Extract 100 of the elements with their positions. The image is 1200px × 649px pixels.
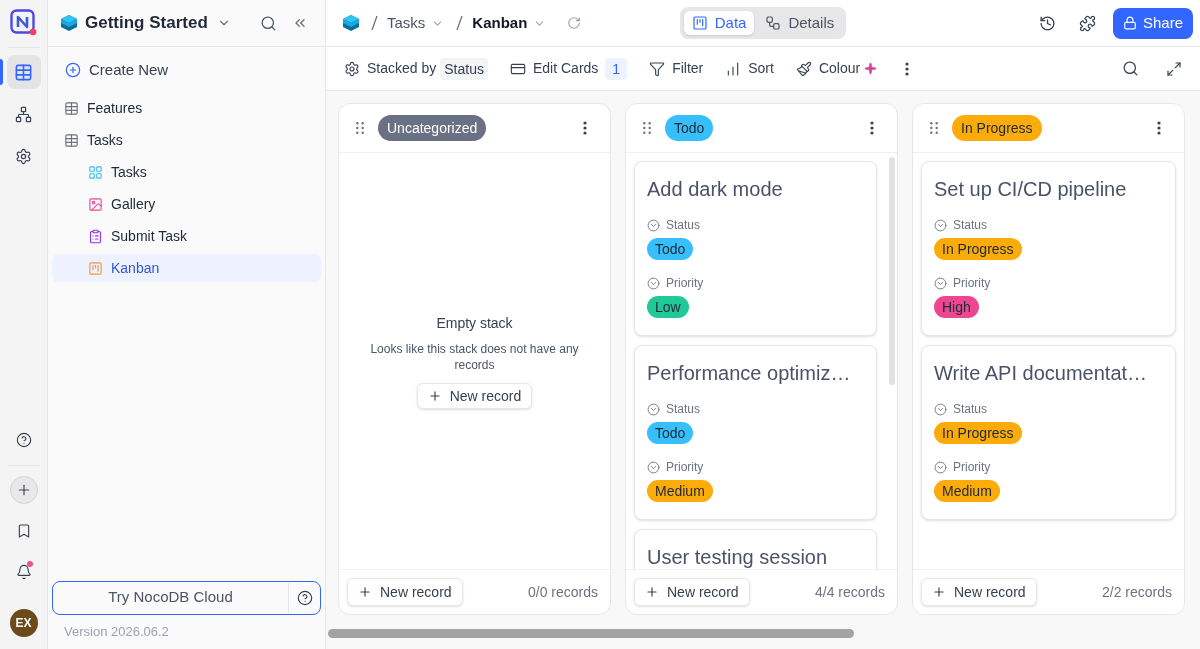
field-label: Priority bbox=[953, 459, 991, 476]
stacked-by-button[interactable]: Stacked by Status bbox=[344, 57, 488, 80]
history-icon bbox=[1039, 14, 1057, 32]
field-type-icon bbox=[647, 402, 660, 416]
slash-icon bbox=[371, 15, 378, 31]
drag-handle-icon[interactable] bbox=[643, 122, 651, 134]
help-icon bbox=[15, 432, 32, 448]
record-count: 4/4 records bbox=[814, 582, 885, 602]
record-card[interactable]: Add dark mode Status Todo Priority Low bbox=[634, 161, 877, 336]
option-tag: Medium bbox=[934, 480, 1000, 502]
grid-icon bbox=[88, 164, 103, 180]
filter-icon bbox=[649, 60, 666, 77]
new-record-button[interactable]: New record bbox=[416, 383, 533, 409]
table-icon bbox=[64, 132, 79, 148]
field-type-icon bbox=[934, 276, 947, 290]
field-type-icon bbox=[934, 402, 947, 416]
field-type-icon bbox=[647, 218, 660, 232]
record-card[interactable]: Set up CI/CD pipeline Status In Progress Priority High bbox=[921, 161, 1176, 336]
option-tag: High bbox=[934, 296, 979, 318]
lock-icon bbox=[1122, 16, 1137, 30]
sparkle-icon bbox=[864, 62, 878, 75]
view-tab[interactable]: Data bbox=[683, 11, 755, 35]
sort-button[interactable]: Sort bbox=[725, 58, 774, 79]
field-label: Priority bbox=[666, 459, 704, 476]
new-record-button[interactable]: New record bbox=[921, 578, 1037, 606]
kebab-icon bbox=[905, 61, 910, 76]
field-label: Priority bbox=[953, 275, 991, 292]
sidebar-item[interactable]: Submit Task bbox=[52, 222, 321, 250]
settings-icon bbox=[15, 147, 32, 165]
record-card[interactable]: Write API documentat… Status In Progress Priority Medium bbox=[921, 345, 1176, 520]
help-icon bbox=[296, 589, 313, 606]
horizontal-scrollbar[interactable] bbox=[328, 629, 854, 638]
add-button[interactable] bbox=[9, 476, 38, 504]
plus-icon bbox=[427, 389, 442, 403]
plus-icon bbox=[358, 585, 372, 599]
field-chip: Status bbox=[440, 57, 488, 80]
empty-description: Looks like this stack does not have any records bbox=[369, 341, 580, 373]
sidebar-item[interactable]: Features bbox=[52, 94, 321, 122]
new-record-button[interactable]: New record bbox=[634, 578, 750, 606]
card-title: Performance optimiz… bbox=[647, 361, 852, 386]
field-label: Status bbox=[953, 217, 988, 234]
card-title: Add dark mode bbox=[647, 177, 784, 202]
field-label: Status bbox=[666, 217, 701, 234]
option-tag: In Progress bbox=[934, 238, 1022, 260]
avatar[interactable]: EX bbox=[9, 609, 38, 637]
table-icon bbox=[64, 100, 79, 116]
record-count: 0/0 records bbox=[527, 582, 598, 602]
count-badge: 1 bbox=[605, 57, 628, 80]
history-button[interactable] bbox=[1037, 13, 1058, 33]
logo-icon[interactable] bbox=[10, 9, 37, 36]
field-label: Status bbox=[953, 401, 988, 418]
sidebar-item[interactable]: Tasks bbox=[52, 126, 321, 154]
edit-cards-button[interactable]: Edit Cards 1 bbox=[509, 57, 628, 80]
field-type-icon bbox=[934, 218, 947, 232]
image-icon bbox=[88, 196, 103, 212]
active-indicator bbox=[0, 59, 3, 85]
record-card[interactable]: Performance optimiz… Status Todo Priority Medium bbox=[634, 345, 877, 520]
reload-icon bbox=[567, 16, 582, 30]
field-label: Priority bbox=[666, 275, 704, 292]
grid-icon bbox=[14, 62, 33, 82]
sidebar-item[interactable]: Kanban bbox=[52, 254, 321, 282]
new-record-button[interactable]: New record bbox=[347, 578, 463, 606]
kebab-icon bbox=[1157, 121, 1161, 135]
field-type-icon bbox=[647, 460, 660, 474]
drag-handle-icon[interactable] bbox=[930, 122, 938, 134]
option-tag: Todo bbox=[647, 422, 694, 444]
bell-icon bbox=[15, 564, 32, 580]
breadcrumb[interactable]: Tasks bbox=[387, 11, 445, 35]
sidebar-item[interactable]: Tasks bbox=[52, 158, 321, 186]
share-button[interactable]: Share bbox=[1112, 7, 1193, 39]
stack-title: Todo bbox=[665, 115, 714, 141]
breadcrumb[interactable]: Kanban bbox=[472, 11, 547, 35]
expand-button[interactable] bbox=[1165, 59, 1183, 78]
stack-title: Uncategorized bbox=[378, 115, 487, 141]
filter-button[interactable]: Filter bbox=[649, 58, 704, 79]
kebab-icon bbox=[583, 121, 587, 135]
record-card[interactable]: User testing session bbox=[634, 529, 877, 569]
option-tag: In Progress bbox=[934, 422, 1022, 444]
field-type-icon bbox=[934, 460, 947, 474]
paintbrush-icon bbox=[795, 60, 812, 77]
base-icon bbox=[343, 15, 359, 31]
view-tab[interactable]: Details bbox=[757, 11, 843, 35]
search-button[interactable] bbox=[1121, 59, 1139, 78]
base-title[interactable]: Getting Started bbox=[85, 10, 208, 36]
vertical-scrollbar[interactable] bbox=[889, 157, 895, 385]
base-icon bbox=[61, 15, 77, 31]
create-new-button[interactable]: Create New bbox=[52, 56, 321, 84]
workflow-icon bbox=[765, 15, 782, 31]
try-cloud-button[interactable]: Try NocoDB Cloud bbox=[53, 581, 288, 614]
field-label: Status bbox=[666, 401, 701, 418]
record-count: 2/2 records bbox=[1101, 582, 1172, 602]
option-tag: Todo bbox=[647, 238, 694, 260]
sidebar-item[interactable]: Gallery bbox=[52, 190, 321, 218]
puzzle-icon bbox=[1079, 14, 1097, 32]
drag-handle-icon[interactable] bbox=[356, 122, 364, 134]
search-icon bbox=[1121, 60, 1139, 77]
colour-button[interactable]: Colour bbox=[795, 58, 878, 79]
extensions-button[interactable] bbox=[1077, 13, 1098, 33]
plus-icon bbox=[932, 585, 946, 599]
slash-icon bbox=[456, 15, 464, 31]
